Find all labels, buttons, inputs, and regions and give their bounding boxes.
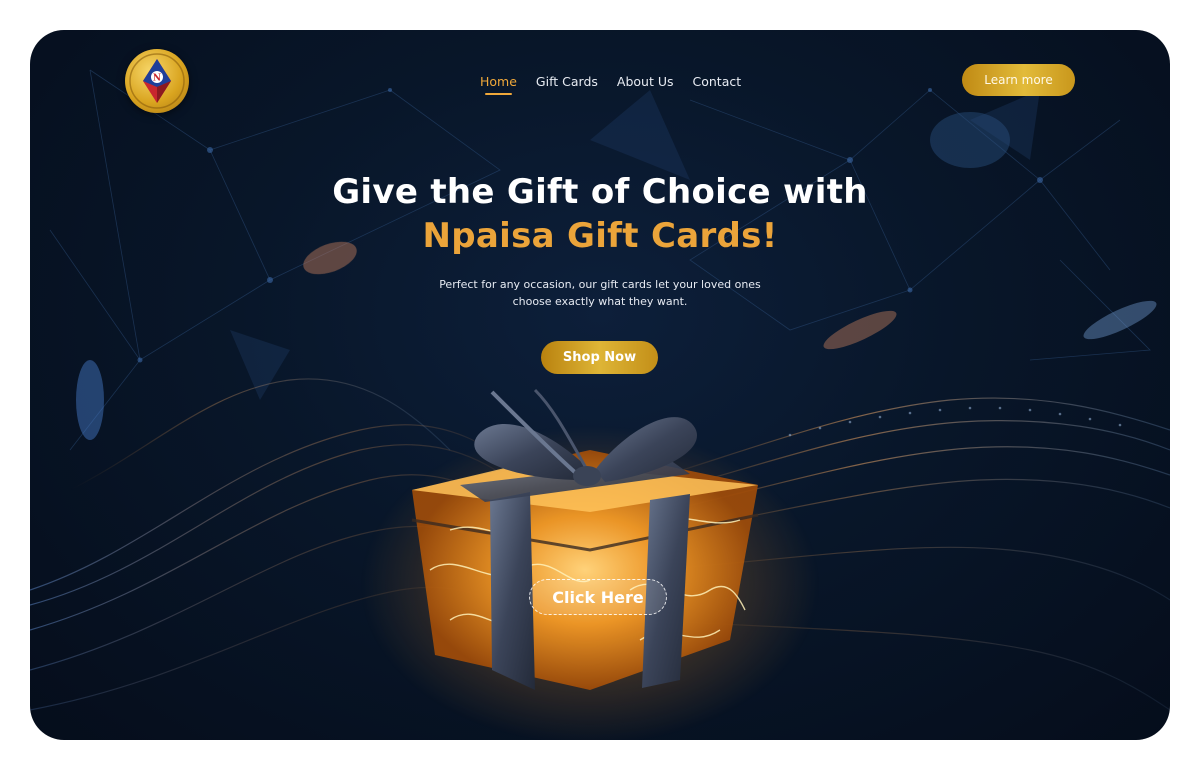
learn-more-button[interactable]: Learn more: [962, 64, 1075, 96]
nav-item-gift-cards[interactable]: Gift Cards: [536, 74, 598, 89]
hero-title: Give the Gift of Choice with Npaisa Gift…: [30, 170, 1170, 258]
coin-emblem-icon: N: [129, 53, 185, 109]
hero-background-art: [30, 69, 1170, 740]
glowing-gift-box-icon: [360, 388, 820, 740]
npaisa-logo-icon[interactable]: N: [125, 49, 189, 113]
main-nav: Home Gift Cards About Us Contact: [480, 74, 742, 95]
shop-now-button[interactable]: Shop Now: [541, 341, 658, 374]
hero-section: N Home Gift Cards About Us Contact Learn…: [30, 30, 1170, 740]
hero-subtitle: Perfect for any occasion, our gift cards…: [439, 278, 761, 308]
svg-text:N: N: [153, 74, 161, 84]
click-here-button[interactable]: Click Here: [529, 579, 667, 615]
nav-item-contact[interactable]: Contact: [693, 74, 742, 89]
hero-title-line2: Npaisa Gift Cards!: [422, 216, 778, 256]
nav-item-home[interactable]: Home: [480, 74, 517, 95]
hero-title-line1: Give the Gift of Choice with: [332, 172, 868, 212]
nav-item-about-us[interactable]: About Us: [617, 74, 674, 89]
